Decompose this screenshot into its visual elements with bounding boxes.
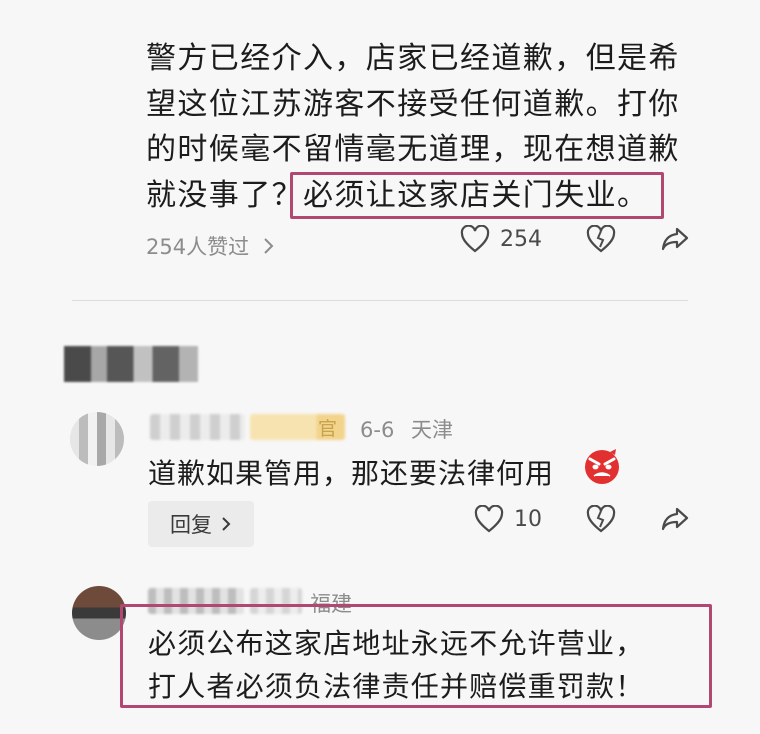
section-title-all-replies <box>64 346 198 382</box>
comment-date: 6-6 <box>360 418 395 442</box>
heart-icon <box>474 505 504 533</box>
comment-text: 道歉如果管用，那还要法律何用 <box>148 457 555 490</box>
comment-meta: 6-6 天津 <box>360 414 453 444</box>
user-badge-char: 官 <box>318 418 338 440</box>
dislike-button[interactable] <box>586 505 616 533</box>
avatar[interactable] <box>72 586 126 640</box>
main-comment-line-3: 的时候毫不留情毫无道理，现在想道歉 <box>146 132 680 167</box>
highlight-box-main <box>290 172 664 219</box>
main-comment-actions: 254人赞过 254 <box>146 225 706 265</box>
likes-by-text: 254人赞过 <box>146 235 250 259</box>
like-count: 10 <box>514 506 542 532</box>
like-button[interactable]: 254 <box>460 225 542 253</box>
dislike-button[interactable] <box>586 225 616 253</box>
chevron-right-icon <box>264 238 274 254</box>
share-arrow-icon <box>661 507 689 531</box>
share-button[interactable] <box>660 225 690 253</box>
main-comment-line-2: 望这位江苏游客不接受任何道歉。打你 <box>146 86 680 122</box>
main-comment-line-1: 警方已经介入，店家已经道歉，但是希 <box>146 41 680 76</box>
likes-by-link[interactable]: 254人赞过 <box>146 231 276 261</box>
section-title-blur <box>64 346 198 382</box>
angry-face-icon <box>585 449 619 484</box>
divider <box>72 300 688 301</box>
comment-text-line-1: 必须公布这家店地址永远不允许营业， <box>148 627 645 660</box>
heart-icon <box>460 225 490 253</box>
avatar[interactable] <box>70 412 124 466</box>
like-count: 254 <box>500 226 542 252</box>
comment-text-line-2: 打人者必须负法律责任并赔偿重罚款！ <box>148 670 645 703</box>
broken-heart-icon <box>586 225 616 253</box>
username-blurred[interactable] <box>150 414 245 440</box>
broken-heart-icon <box>586 505 616 533</box>
share-button[interactable] <box>660 505 690 533</box>
share-arrow-icon <box>661 227 689 251</box>
like-button[interactable]: 10 <box>474 505 542 533</box>
comment-actions: 10 <box>146 505 706 545</box>
comment-location: 天津 <box>411 418 453 442</box>
